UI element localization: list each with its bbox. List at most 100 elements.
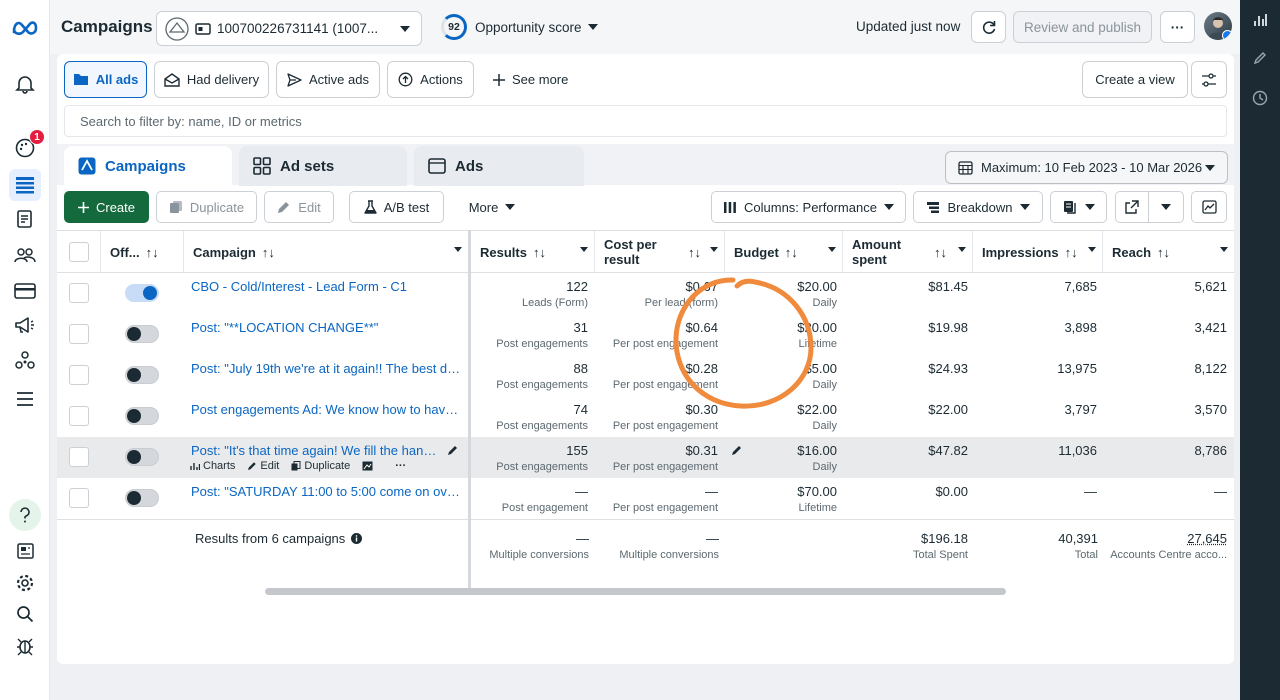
had-delivery-filter-button[interactable]: Had delivery <box>154 61 269 98</box>
edit-button[interactable]: Edit <box>264 191 334 223</box>
horizontal-scrollbar[interactable] <box>265 588 1006 595</box>
budget-cell[interactable]: $70.00 Lifetime <box>727 484 837 515</box>
column-menu-caret-icon[interactable] <box>1220 247 1228 252</box>
row-checkbox[interactable] <box>69 283 89 303</box>
column-menu-caret-icon[interactable] <box>1088 247 1096 252</box>
history-clock-icon[interactable] <box>1250 88 1270 108</box>
all-ads-filter-button[interactable]: All ads <box>64 61 147 98</box>
duplicate-button[interactable]: Duplicate <box>156 191 257 223</box>
megaphone-icon[interactable] <box>9 309 41 341</box>
tab-ad-sets[interactable]: Ad sets <box>239 146 407 186</box>
campaign-on-off-toggle[interactable] <box>125 489 159 507</box>
row-edit-action[interactable]: Edit <box>247 460 279 472</box>
row-preview-action[interactable] <box>362 461 373 471</box>
budget-cell[interactable]: $5.00 Daily <box>727 361 837 392</box>
bug-report-icon[interactable] <box>9 630 41 662</box>
row-charts-action[interactable]: Charts <box>190 460 235 472</box>
row-duplicate-action[interactable]: Duplicate <box>291 460 350 472</box>
actions-filter-button[interactable]: Actions <box>387 61 474 98</box>
breakdown-selector[interactable]: Breakdown <box>913 191 1043 223</box>
budget-cell[interactable]: $20.00 Daily <box>727 279 837 310</box>
campaign-name-link[interactable]: Post: "It's that time again! We fill the… <box>191 443 441 458</box>
row-checkbox[interactable] <box>69 488 89 508</box>
table-row[interactable]: Post: "**LOCATION CHANGE**" 31 Post engag… <box>57 314 1234 355</box>
column-header-amount-spent[interactable]: Amount spent ↑↓ <box>843 231 973 273</box>
business-suite-icon[interactable] <box>9 345 41 377</box>
row-more-action[interactable]: ··· <box>395 460 406 472</box>
see-more-filters-button[interactable]: See more <box>493 61 568 98</box>
hamburger-menu-icon[interactable] <box>9 383 41 415</box>
filter-search-input[interactable] <box>64 105 1227 137</box>
active-ads-filter-button[interactable]: Active ads <box>276 61 380 98</box>
campaign-name-link[interactable]: Post: "July 19th we're at it again!! The… <box>191 361 461 376</box>
rename-pencil-icon[interactable] <box>447 444 459 456</box>
tab-campaigns[interactable]: Campaigns <box>64 146 232 186</box>
row-checkbox[interactable] <box>69 447 89 467</box>
table-row[interactable]: Post engagements Ad: We know how to have… <box>57 396 1234 437</box>
column-menu-caret-icon[interactable] <box>454 247 462 252</box>
audiences-icon[interactable] <box>9 239 41 271</box>
ad-account-selector[interactable]: 100700226731141 (1007... <box>156 11 422 46</box>
opportunity-score-dropdown[interactable]: 92 Opportunity score <box>441 14 598 40</box>
palette-icon[interactable]: 1 <box>9 129 45 164</box>
ab-test-button[interactable]: A/B test <box>349 191 444 223</box>
column-menu-caret-icon[interactable] <box>828 247 836 252</box>
select-all-checkbox[interactable] <box>69 242 89 262</box>
row-checkbox[interactable] <box>69 365 89 385</box>
column-header-reach[interactable]: Reach ↑↓ <box>1103 231 1234 273</box>
charts-toggle-button[interactable] <box>1191 191 1227 223</box>
create-button[interactable]: Create <box>64 191 149 223</box>
pencil-icon[interactable] <box>1250 48 1270 68</box>
budget-cell[interactable]: $20.00 Lifetime <box>727 320 837 351</box>
budget-cell[interactable]: $16.00 Daily <box>727 443 837 474</box>
table-row[interactable]: CBO - Cold/Interest - Lead Form - C1 122… <box>57 273 1234 314</box>
column-menu-caret-icon[interactable] <box>710 247 718 252</box>
settings-gear-icon[interactable] <box>9 567 41 599</box>
more-actions-dropdown[interactable]: More <box>457 191 527 223</box>
meta-logo-icon[interactable] <box>9 11 41 43</box>
sort-icon[interactable]: ↑↓ <box>146 245 159 260</box>
campaign-on-off-toggle[interactable] <box>125 284 159 302</box>
sort-icon[interactable]: ↑↓ <box>1157 245 1170 260</box>
campaign-on-off-toggle[interactable] <box>125 448 159 466</box>
column-menu-caret-icon[interactable] <box>580 247 588 252</box>
date-range-picker[interactable]: Maximum: 10 Feb 2023 - 10 Mar 2026 <box>945 151 1228 184</box>
campaign-on-off-toggle[interactable] <box>125 366 159 384</box>
table-row[interactable]: Post: "SATURDAY 11:00 to 5:00 come on ov… <box>57 478 1234 519</box>
row-checkbox[interactable] <box>69 324 89 344</box>
review-and-publish-button[interactable]: Review and publish <box>1013 11 1152 43</box>
tab-ads[interactable]: Ads <box>414 146 584 186</box>
campaign-name-link[interactable]: Post: "**LOCATION CHANGE**" <box>191 320 461 335</box>
more-options-button[interactable]: ··· <box>1160 11 1195 43</box>
table-row[interactable]: Post: "It's that time again! We fill the… <box>57 437 1234 478</box>
table-row[interactable]: Post: "July 19th we're at it again!! The… <box>57 355 1234 396</box>
sort-icon[interactable]: ↑↓ <box>785 245 798 260</box>
search-icon[interactable] <box>9 598 41 630</box>
help-icon[interactable] <box>9 499 41 531</box>
news-icon[interactable] <box>9 535 41 567</box>
column-header-cost-per-result[interactable]: Cost per result ↑↓ <box>595 231 725 273</box>
campaigns-table-icon[interactable] <box>9 169 41 201</box>
column-header-budget[interactable]: Budget ↑↓ <box>725 231 843 273</box>
campaign-name-link[interactable]: Post: "SATURDAY 11:00 to 5:00 come on ov… <box>191 484 461 499</box>
reports-dropdown-button[interactable] <box>1050 191 1107 223</box>
sort-icon[interactable]: ↑↓ <box>262 245 275 260</box>
create-view-button[interactable]: Create a view <box>1082 61 1188 98</box>
export-options-dropdown[interactable] <box>1148 191 1184 223</box>
column-header-results[interactable]: Results ↑↓ <box>471 231 595 273</box>
reports-icon[interactable] <box>9 203 41 235</box>
sort-icon[interactable]: ↑↓ <box>533 245 546 260</box>
bell-icon[interactable] <box>9 68 41 100</box>
columns-selector[interactable]: Columns: Performance <box>711 191 906 223</box>
column-menu-caret-icon[interactable] <box>958 247 966 252</box>
column-header-impressions[interactable]: Impressions ↑↓ <box>973 231 1103 273</box>
refresh-button[interactable] <box>971 11 1006 43</box>
bar-chart-icon[interactable] <box>1250 10 1270 30</box>
sort-icon[interactable]: ↑↓ <box>934 245 947 260</box>
export-button[interactable] <box>1115 191 1149 223</box>
sort-icon[interactable]: ↑↓ <box>688 245 701 260</box>
sort-icon[interactable]: ↑↓ <box>1065 245 1078 260</box>
column-header-campaign[interactable]: Campaign ↑↓ <box>184 231 469 273</box>
budget-cell[interactable]: $22.00 Daily <box>727 402 837 433</box>
view-settings-button[interactable] <box>1191 61 1227 98</box>
